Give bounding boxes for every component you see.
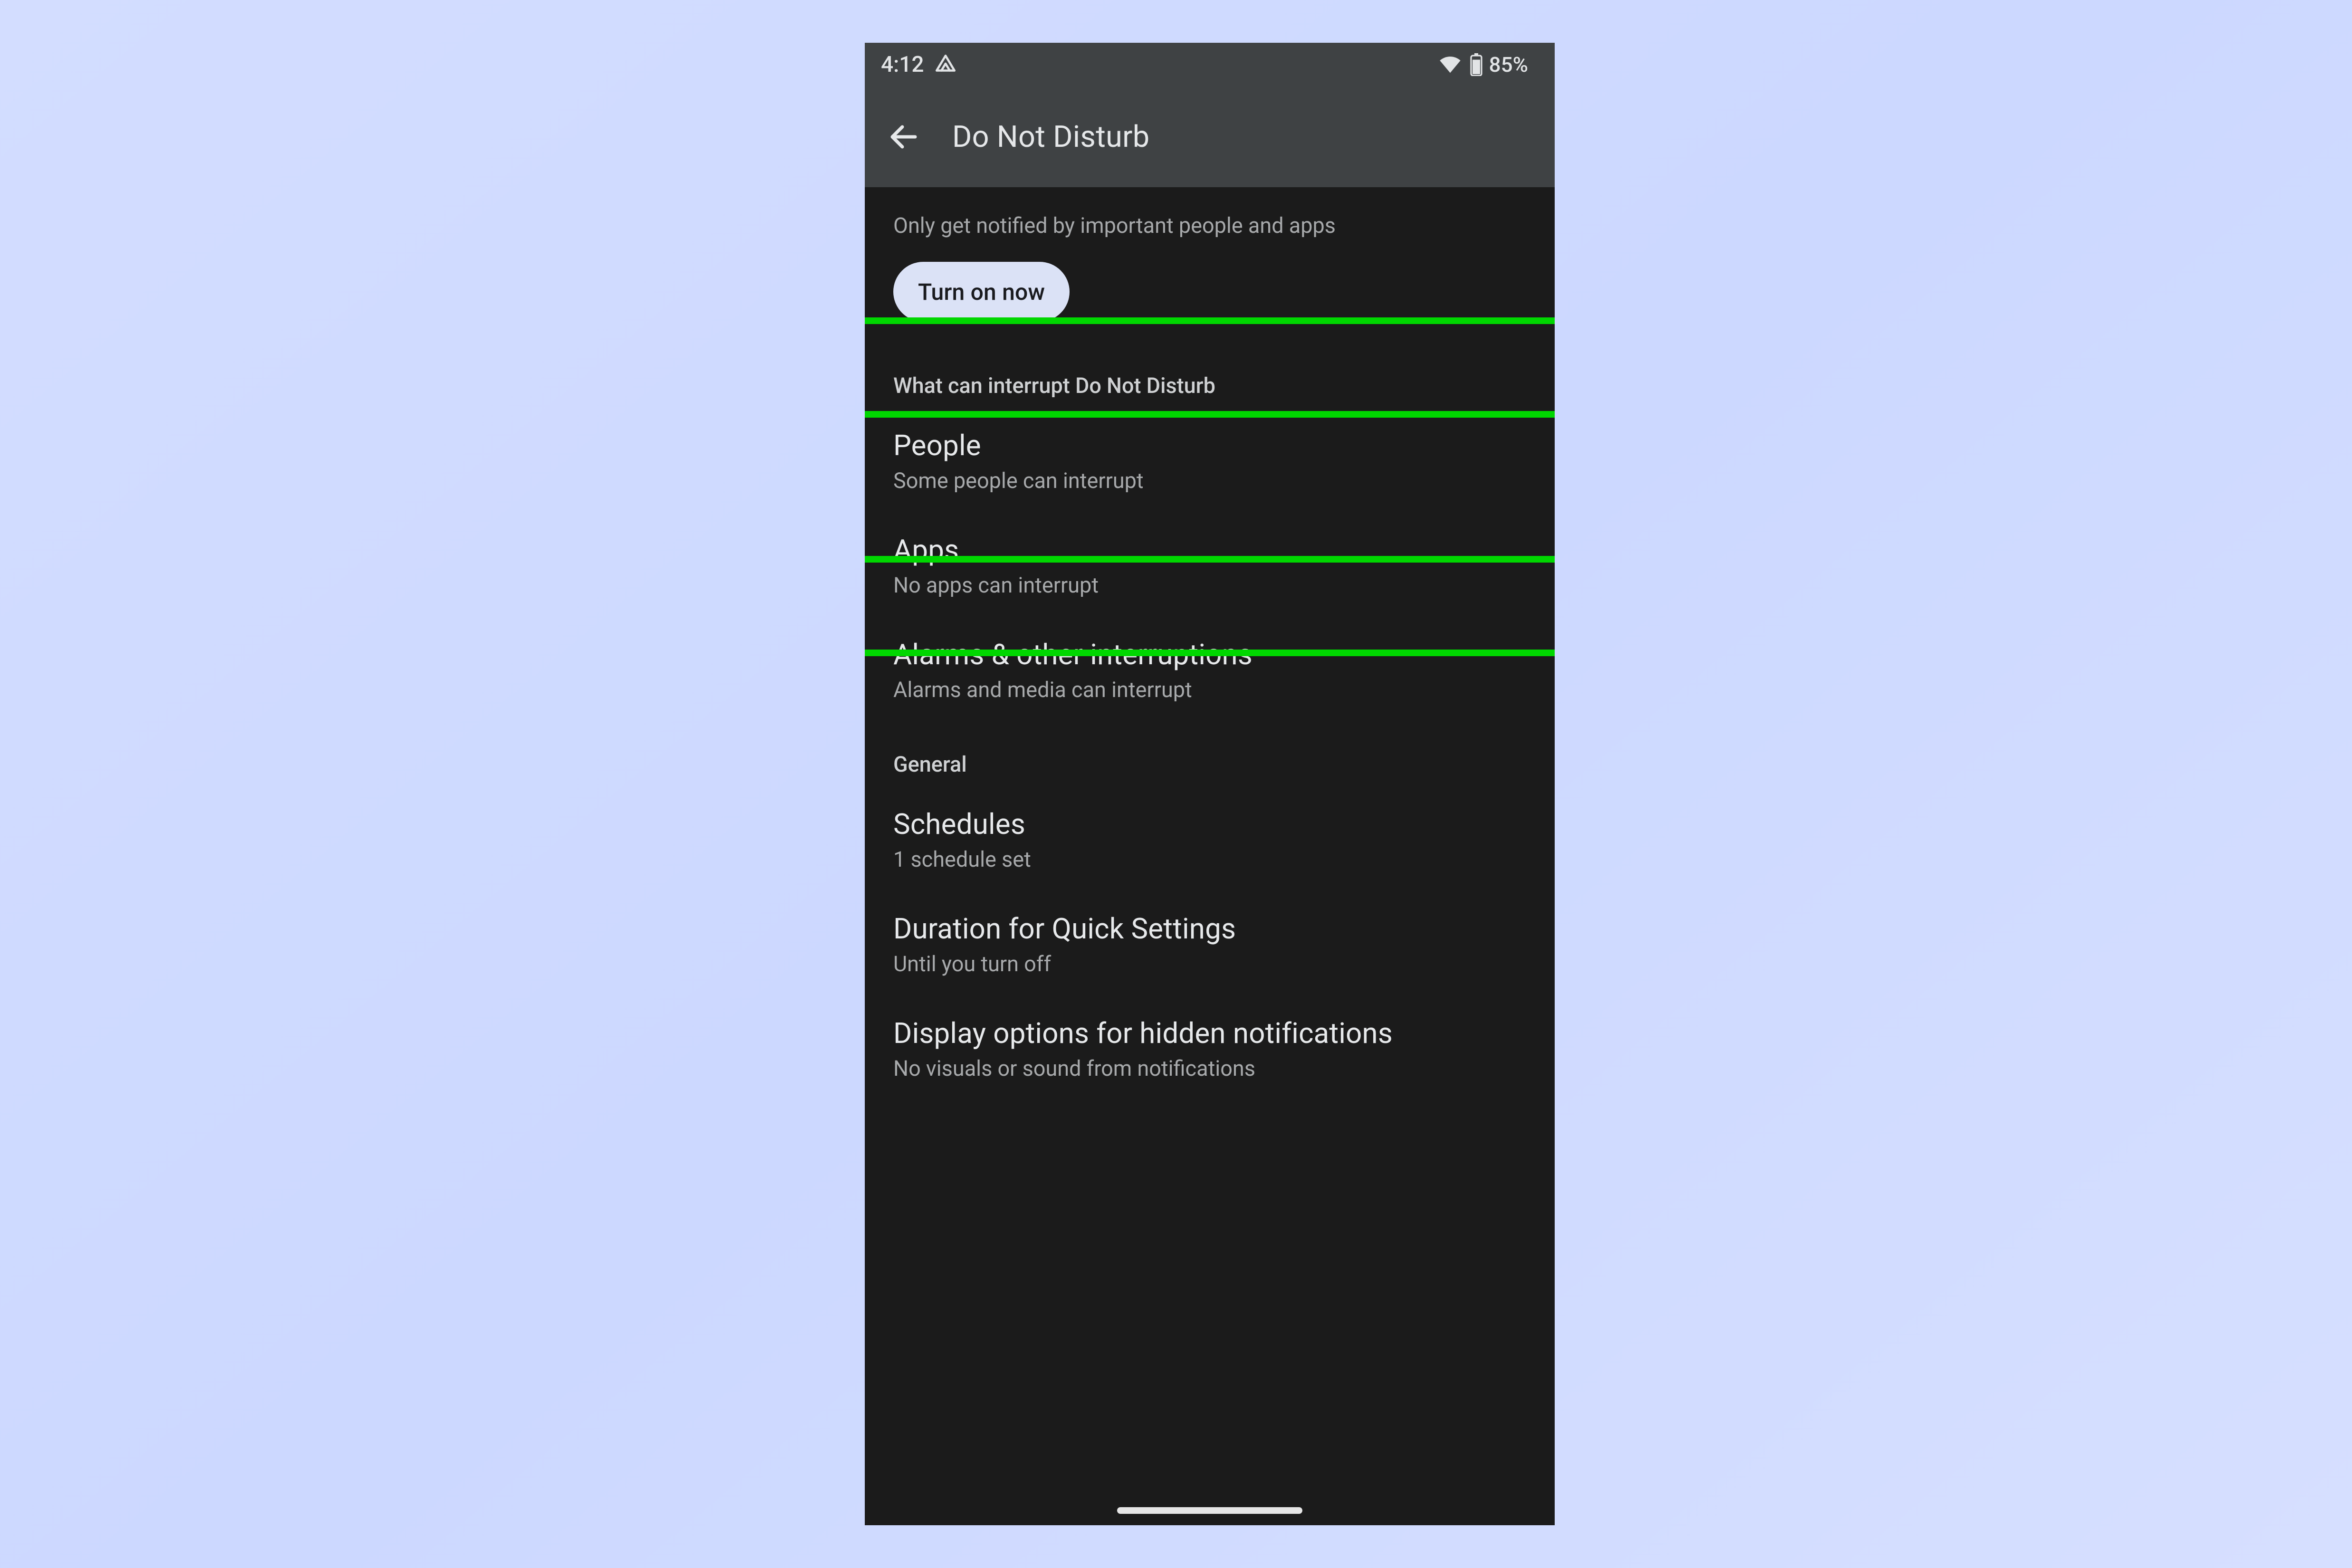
list-item-title: People: [893, 429, 1526, 462]
list-item-subtitle: Some people can interrupt: [893, 468, 1526, 493]
list-item-title: Duration for Quick Settings: [893, 912, 1526, 946]
app-bar: Do Not Disturb: [865, 86, 1555, 187]
arrow-back-icon: [887, 120, 921, 154]
list-item-apps[interactable]: Apps No apps can interrupt: [865, 514, 1555, 619]
list-item-subtitle: Alarms and media can interrupt: [893, 677, 1526, 702]
status-right: 85%: [1438, 52, 1528, 77]
turn-on-row: Turn on now: [865, 262, 1555, 356]
phone-frame: 4:12 85%: [865, 43, 1555, 1525]
status-bar: 4:12 85%: [865, 43, 1555, 86]
list-item-duration[interactable]: Duration for Quick Settings Until you tu…: [865, 893, 1555, 997]
turn-on-label: Turn on now: [918, 278, 1045, 306]
list-item-subtitle: No apps can interrupt: [893, 573, 1526, 598]
page-title: Do Not Disturb: [952, 120, 1149, 154]
page-subtitle: Only get notified by important people an…: [865, 187, 1555, 262]
battery-icon: [1469, 53, 1483, 76]
list-item-people[interactable]: People Some people can interrupt: [865, 410, 1555, 514]
status-time: 4:12: [881, 52, 924, 77]
list-item-title: Alarms & other interruptions: [893, 638, 1526, 671]
section-header-interrupt: What can interrupt Do Not Disturb: [865, 356, 1555, 410]
wifi-icon: [1438, 52, 1463, 77]
status-left: 4:12: [881, 52, 957, 77]
drive-icon: [934, 53, 957, 76]
list-item-schedules[interactable]: Schedules 1 schedule set: [865, 788, 1555, 893]
section-header-general: General: [865, 723, 1555, 788]
battery-text: 85%: [1489, 52, 1528, 77]
gesture-nav-bar[interactable]: [1117, 1507, 1302, 1514]
list-item-title: Display options for hidden notifications: [893, 1016, 1526, 1050]
list-item-subtitle: 1 schedule set: [893, 847, 1526, 872]
list-item-display-options[interactable]: Display options for hidden notifications…: [865, 997, 1555, 1102]
back-button[interactable]: [878, 111, 929, 163]
list-item-title: Apps: [893, 533, 1526, 567]
list-item-subtitle: No visuals or sound from notifications: [893, 1056, 1526, 1081]
list-item-alarms[interactable]: Alarms & other interruptions Alarms and …: [865, 619, 1555, 723]
turn-on-now-button[interactable]: Turn on now: [893, 262, 1070, 322]
list-item-subtitle: Until you turn off: [893, 951, 1526, 976]
list-item-title: Schedules: [893, 807, 1526, 841]
content: Only get notified by important people an…: [865, 187, 1555, 1102]
